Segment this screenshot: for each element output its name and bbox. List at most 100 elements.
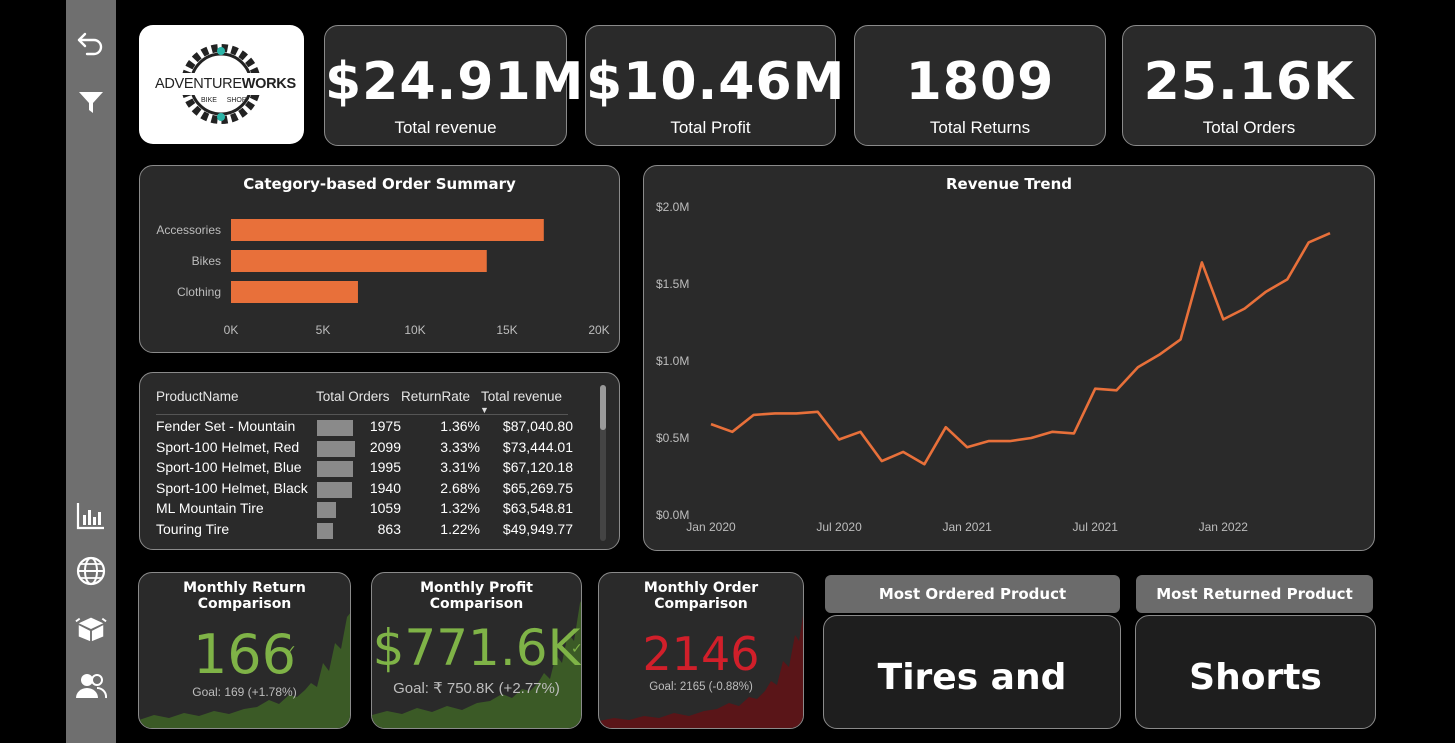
- x-tick-label: Jul 2020: [816, 520, 862, 534]
- x-tick-label: 0K: [224, 323, 239, 337]
- kpi-total-profit: $10.46M Total Profit: [585, 25, 846, 146]
- orders-databar: [317, 523, 333, 539]
- orders-databar: [317, 502, 337, 519]
- total-orders-cell: 1975: [369, 418, 401, 434]
- users-icon[interactable]: [75, 670, 107, 702]
- total-orders-cell: 1995: [369, 459, 401, 476]
- table-row[interactable]: ML Mountain Tire 1059 1.32% $63,548.81: [156, 500, 616, 521]
- bar-chart-icon[interactable]: [75, 500, 107, 532]
- return-rate-cell: 2.68%: [440, 479, 480, 496]
- back-icon[interactable]: [75, 28, 107, 60]
- kpi-total-orders: 25.16K Total Orders: [1122, 25, 1376, 146]
- total-revenue-cell: $49,949.77: [502, 521, 573, 537]
- kpi-value: $24.91M: [325, 52, 585, 112]
- scrollbar-thumb[interactable]: [600, 385, 606, 430]
- total-revenue-cell: $65,269.75: [502, 479, 573, 496]
- category-bar[interactable]: [231, 250, 487, 272]
- x-tick-label: 15K: [496, 323, 517, 337]
- return-rate-cell: 3.31%: [440, 459, 480, 476]
- orders-databar: [317, 461, 354, 478]
- filter-icon[interactable]: [75, 86, 107, 118]
- x-tick-label: 5K: [316, 323, 331, 337]
- logo-text-bike: BIKE: [201, 97, 217, 104]
- table-row[interactable]: Sport-100 Helmet, Red 2099 3.33% $73,444.01: [156, 439, 616, 460]
- total-revenue-cell: $73,444.01: [502, 438, 573, 455]
- most-ordered-value: Tires and Tubes: [823, 615, 1121, 729]
- left-margin: [0, 0, 66, 743]
- table-scrollbar[interactable]: [600, 385, 606, 541]
- kpi-value: 25.16K: [1143, 52, 1355, 112]
- comparison-title: Monthly Profit Comparison: [420, 580, 533, 612]
- total-revenue-cell: $63,548.81: [502, 500, 573, 517]
- category-label: Bikes: [192, 254, 221, 268]
- checkmark-icon: ✓: [571, 641, 582, 657]
- category-label: Accessories: [156, 223, 221, 237]
- x-tick-label: 10K: [404, 323, 425, 337]
- category-bar-chart: Accessories Bikes Clothing 0K 5K 10K 15K 20K: [156, 219, 610, 337]
- total-orders-cell: 1059: [369, 500, 401, 517]
- total-orders-cell: 863: [377, 521, 401, 537]
- logo-text-shop: SHOP: [226, 97, 247, 104]
- product-table-card: ProductName Total Orders ReturnRate Tota…: [139, 372, 620, 550]
- monthly-profit-comparison: Monthly Profit Comparison $771.6K ✓ Goal…: [371, 572, 582, 729]
- total-revenue-cell: $87,040.80: [502, 418, 573, 434]
- kpi-label: Total revenue: [394, 118, 497, 137]
- comparison-value: $771.6K: [372, 619, 581, 677]
- most-returned-value: Shorts: [1135, 615, 1376, 729]
- total-orders-cell: 1940: [369, 479, 401, 496]
- kpi-total-returns: 1809 Total Returns: [854, 25, 1106, 146]
- col-header-total-orders[interactable]: Total Orders: [316, 389, 390, 404]
- product-name-cell: Sport-100 Helmet, Blue: [156, 459, 302, 476]
- kpi-value: $10.46M: [586, 52, 846, 112]
- return-rate-cell: 3.33%: [440, 438, 480, 455]
- logo-text-works: WORKS: [241, 76, 296, 92]
- col-header-returnrate[interactable]: ReturnRate: [401, 389, 470, 404]
- product-name-cell: Fender Set - Mountain: [156, 418, 296, 434]
- product-name-cell: Sport-100 Helmet, Red: [156, 438, 300, 455]
- monthly-order-comparison: Monthly Order Comparison 2146 Goal: 2165…: [598, 572, 804, 729]
- y-tick-label: $0.5M: [656, 431, 689, 445]
- y-tick-label: $2.0M: [656, 200, 689, 214]
- most-returned-header: Most Returned Product: [1136, 575, 1373, 613]
- y-tick-label: $1.0M: [656, 354, 689, 368]
- x-tick-label: Jul 2021: [1073, 520, 1119, 534]
- kpi-label: Total Profit: [670, 118, 751, 137]
- y-tick-label: $1.5M: [656, 277, 689, 291]
- revenue-line[interactable]: [710, 232, 1331, 466]
- table-row[interactable]: Sport-100 Helmet, Blue 1995 3.31% $67,120.1…: [156, 459, 616, 480]
- kpi-label: Total Orders: [1202, 118, 1296, 137]
- category-bar[interactable]: [231, 281, 358, 303]
- total-revenue-cell: $67,120.18: [502, 459, 573, 476]
- return-rate-cell: 1.36%: [440, 418, 480, 434]
- table-row[interactable]: Touring Tire 863 1.22% $49,949.77: [156, 521, 616, 542]
- x-tick-label: Jan 2021: [942, 520, 992, 534]
- table-row[interactable]: Fender Set - Mountain 1975 1.36% $87,040.80: [156, 418, 616, 439]
- monthly-return-comparison: Monthly Return Comparison 166 ✓ Goal: 16…: [138, 572, 351, 729]
- header-divider: [156, 414, 568, 415]
- comparison-value: 166: [192, 623, 297, 686]
- kpi-total-revenue: $24.91M Total revenue: [324, 25, 585, 146]
- y-tick-label: $0.0M: [656, 508, 689, 522]
- revenue-line-chart: $0.0M $0.5M $1.0M $1.5M $2.0M Jan 2020 Jul 202…: [656, 200, 1331, 534]
- comparison-title: Monthly Return Comparison: [183, 580, 306, 612]
- total-orders-cell: 2099: [369, 438, 401, 455]
- orders-databar: [317, 420, 353, 436]
- x-tick-label: Jan 2022: [1199, 520, 1249, 534]
- most-ordered-header: Most Ordered Product: [825, 575, 1120, 613]
- comparison-goal: Goal: 2165 (-0.88%): [649, 681, 753, 693]
- col-header-productname[interactable]: ProductName: [156, 389, 239, 404]
- category-label: Clothing: [177, 285, 221, 299]
- globe-icon[interactable]: [75, 555, 107, 587]
- table-row[interactable]: Sport-100 Helmet, Black 1940 2.68% $65,269.…: [156, 480, 616, 501]
- col-header-total-revenue[interactable]: Total revenue: [481, 389, 562, 404]
- kpi-label: Total Returns: [929, 118, 1031, 137]
- comparison-title: Monthly Order Comparison: [643, 580, 759, 612]
- kpi-value: 1809: [905, 52, 1055, 112]
- category-bar[interactable]: [231, 219, 544, 241]
- box-icon[interactable]: [75, 612, 107, 644]
- return-rate-cell: 1.32%: [440, 500, 480, 517]
- return-rate-cell: 1.22%: [440, 521, 480, 537]
- revenue-trend-card: Revenue Trend $0.0M $0.5M $1.0M $1.5M $2.0M J…: [643, 165, 1375, 551]
- comparison-value: 2146: [642, 627, 760, 681]
- product-table: ProductName Total Orders ReturnRate Tota…: [156, 373, 606, 551]
